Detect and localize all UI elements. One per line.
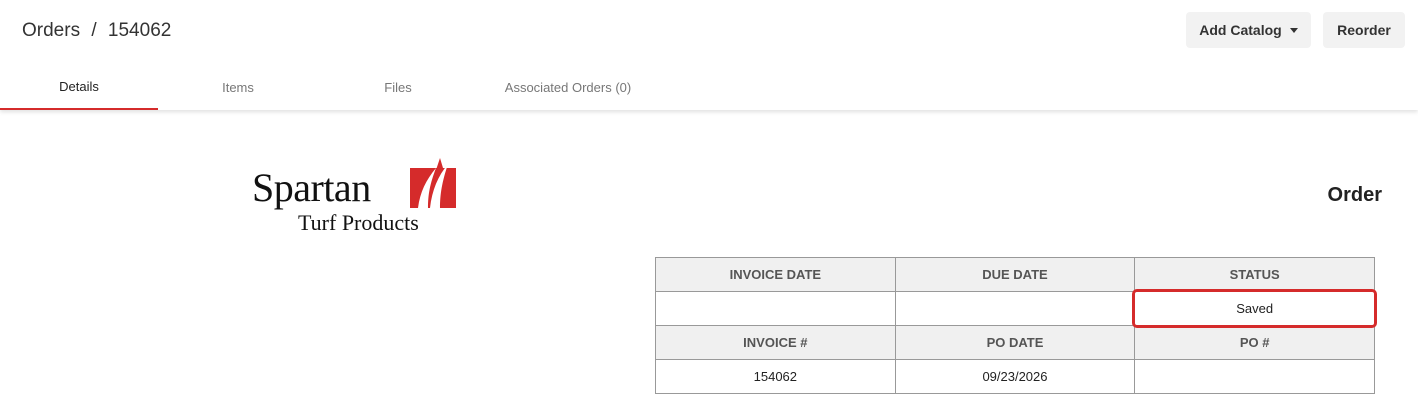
add-catalog-button[interactable]: Add Catalog bbox=[1186, 12, 1311, 48]
document-title: Order bbox=[1327, 184, 1382, 206]
po-number-header: PO # bbox=[1134, 325, 1375, 360]
table-row: Saved bbox=[655, 289, 1377, 328]
due-date-value bbox=[894, 291, 1136, 326]
breadcrumb-separator: / bbox=[91, 20, 97, 41]
company-logo: Spartan Turf Products bbox=[252, 158, 462, 238]
spartan-grass-logo-icon bbox=[410, 158, 456, 208]
tab-files[interactable]: Files bbox=[318, 64, 478, 110]
tab-items[interactable]: Items bbox=[158, 64, 318, 110]
tab-details[interactable]: Details bbox=[0, 64, 158, 110]
add-catalog-label: Add Catalog bbox=[1199, 22, 1282, 38]
breadcrumb-order-id: 154062 bbox=[107, 20, 172, 41]
due-date-header: DUE DATE bbox=[894, 257, 1136, 292]
order-info-table: INVOICE DATE DUE DATE STATUS Saved INVOI… bbox=[655, 257, 1377, 394]
tab-associated-orders[interactable]: Associated Orders (0) bbox=[478, 64, 658, 110]
table-header-row: INVOICE # PO DATE PO # bbox=[655, 325, 1375, 360]
table-row: 154062 09/23/2026 bbox=[655, 359, 1375, 394]
po-number-value bbox=[1134, 359, 1375, 394]
tab-bar: Details Items Files Associated Orders (0… bbox=[0, 64, 800, 110]
logo-subtitle: Turf Products bbox=[298, 210, 419, 235]
breadcrumb: Orders / 154062 bbox=[22, 20, 171, 42]
logo-name: Spartan bbox=[252, 165, 371, 210]
invoice-number-header: INVOICE # bbox=[655, 325, 896, 360]
po-date-header: PO DATE bbox=[894, 325, 1136, 360]
status-header: STATUS bbox=[1134, 257, 1375, 292]
page-header: Orders / 154062 Add Catalog Reorder Deta… bbox=[0, 0, 1418, 110]
reorder-label: Reorder bbox=[1337, 22, 1391, 38]
po-date-value: 09/23/2026 bbox=[894, 359, 1136, 394]
reorder-button[interactable]: Reorder bbox=[1323, 12, 1405, 48]
invoice-number-value: 154062 bbox=[655, 359, 896, 394]
invoice-date-value bbox=[655, 291, 896, 326]
status-value: Saved bbox=[1236, 301, 1274, 316]
table-header-row: INVOICE DATE DUE DATE STATUS bbox=[655, 257, 1375, 292]
invoice-date-header: INVOICE DATE bbox=[655, 257, 896, 292]
caret-down-icon bbox=[1289, 27, 1298, 33]
breadcrumb-orders-link[interactable]: Orders bbox=[22, 20, 80, 42]
status-cell: Saved bbox=[1132, 289, 1377, 328]
